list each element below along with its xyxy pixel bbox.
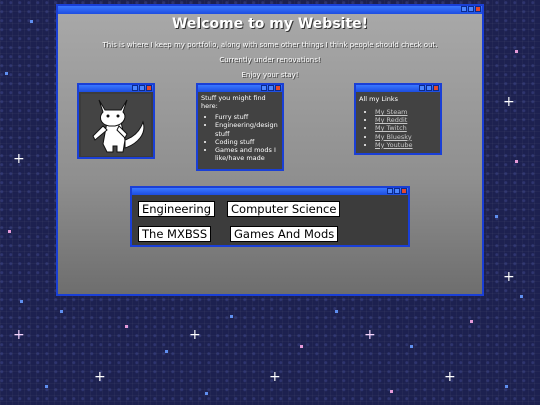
links-list: My Steam My Reddit My Twitch My Bluesky … <box>375 108 437 149</box>
minimize-icon[interactable] <box>419 85 425 91</box>
links-heading: All my Links <box>359 95 399 103</box>
list-item: Engineering/design stuff <box>215 121 279 137</box>
maximize-icon[interactable] <box>139 85 145 91</box>
maximize-icon[interactable] <box>394 188 400 194</box>
minimize-icon[interactable] <box>387 188 393 194</box>
main-window-titlebar[interactable] <box>58 6 482 14</box>
stuff-window-titlebar[interactable] <box>198 85 282 92</box>
closing-text: Enjoy your stay! <box>241 71 299 79</box>
maximize-icon[interactable] <box>468 6 474 12</box>
minimize-icon[interactable] <box>261 85 267 91</box>
links-window-titlebar[interactable] <box>356 85 440 92</box>
fox-character-image <box>81 94 151 156</box>
intro-text: This is where I keep my portfolio, along… <box>102 41 438 49</box>
list-item: Furry stuff <box>215 113 279 121</box>
close-icon[interactable] <box>275 85 281 91</box>
navigation-window: Engineering Computer Science The MXBSS G… <box>130 186 410 247</box>
mxbss-button[interactable]: The MXBSS <box>138 226 212 242</box>
maximize-icon[interactable] <box>426 85 432 91</box>
minimize-icon[interactable] <box>461 6 467 12</box>
list-item: Coding stuff <box>215 138 279 146</box>
art-window <box>77 83 155 159</box>
page-title: Welcome to my Website! <box>171 16 369 32</box>
navigation-window-titlebar[interactable] <box>132 188 408 195</box>
close-icon[interactable] <box>475 6 481 12</box>
status-text: Currently under renovations! <box>219 56 321 64</box>
steam-link[interactable]: My Steam <box>375 108 408 116</box>
close-icon[interactable] <box>433 85 439 91</box>
computer-science-button[interactable]: Computer Science <box>227 201 341 217</box>
reddit-link[interactable]: My Reddit <box>375 116 407 124</box>
links-window: All my Links My Steam My Reddit My Twitc… <box>354 83 442 155</box>
engineering-button[interactable]: Engineering <box>138 201 215 217</box>
art-window-titlebar[interactable] <box>79 85 153 92</box>
stuff-list: Furry stuff Engineering/design stuff Cod… <box>215 113 279 162</box>
stuff-window: Stuff you might find here: Furry stuff E… <box>196 83 284 171</box>
games-and-mods-button[interactable]: Games And Mods <box>230 226 339 242</box>
close-icon[interactable] <box>401 188 407 194</box>
youtube-link[interactable]: My Youtube <box>375 141 413 149</box>
list-item: Games and mods I like/have made <box>215 146 279 162</box>
minimize-icon[interactable] <box>132 85 138 91</box>
stuff-heading: Stuff you might find here: <box>201 94 266 111</box>
twitch-link[interactable]: My Twitch <box>375 124 407 132</box>
bluesky-link[interactable]: My Bluesky <box>375 133 412 141</box>
close-icon[interactable] <box>146 85 152 91</box>
maximize-icon[interactable] <box>268 85 274 91</box>
